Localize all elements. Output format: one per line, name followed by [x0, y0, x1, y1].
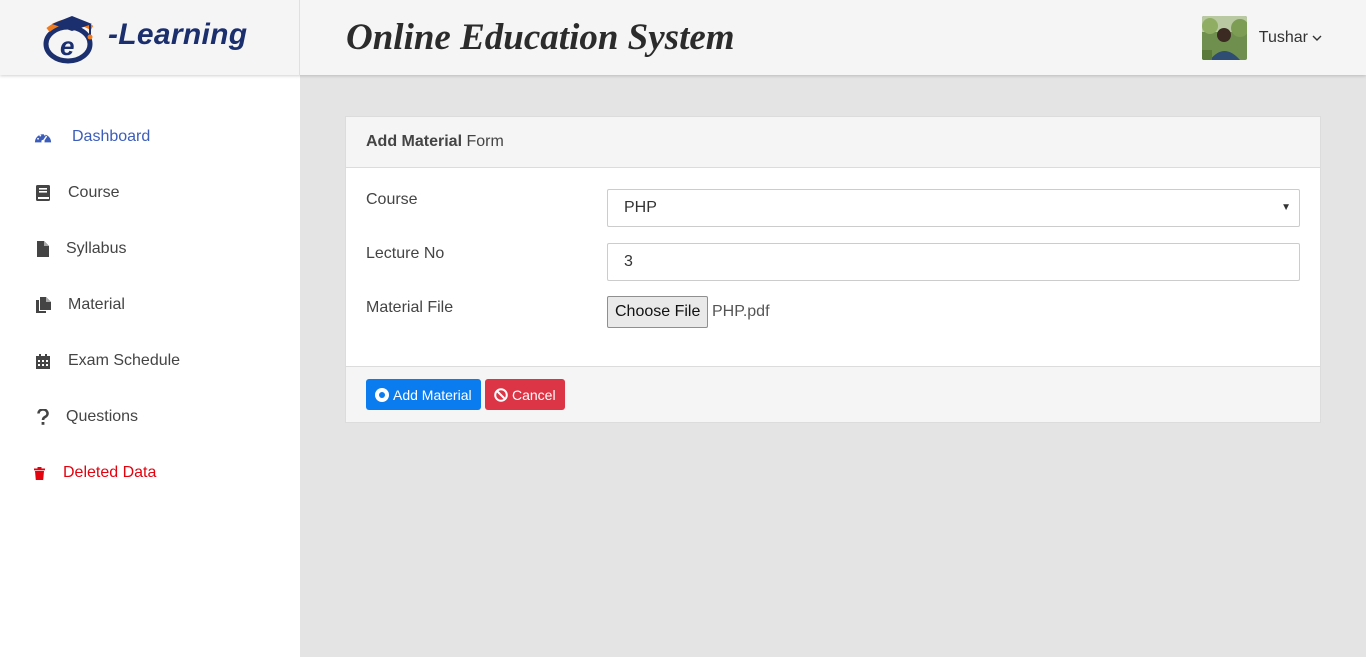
- card-title-rest: Form: [466, 133, 504, 150]
- card-header: Add Material Form: [346, 117, 1320, 168]
- cancel-label: Cancel: [512, 386, 556, 403]
- user-menu[interactable]: Tushar: [1201, 16, 1322, 60]
- plus-circle-icon: [375, 387, 389, 402]
- course-select[interactable]: PHP ▼: [607, 189, 1300, 227]
- sidebar-item-label: Questions: [66, 408, 139, 425]
- chevron-down-icon[interactable]: [1312, 34, 1322, 42]
- card-footer: Add Material Cancel: [346, 366, 1320, 422]
- sidebar-item-exam-schedule[interactable]: Exam Schedule: [0, 341, 300, 381]
- lecture-no-value: 3: [624, 253, 633, 270]
- files-icon: [34, 296, 52, 314]
- sidebar-item-label: Material: [68, 296, 125, 313]
- sidebar-item-deleted-data[interactable]: Deleted Data: [0, 453, 300, 493]
- lecture-no-input[interactable]: 3: [607, 243, 1300, 281]
- card-title-bold: Add Material: [366, 133, 463, 150]
- book-icon: [34, 184, 52, 202]
- logo-letter: e: [60, 31, 74, 61]
- user-photo-icon[interactable]: [1201, 16, 1247, 60]
- logo-icon: e: [43, 16, 94, 64]
- trash-icon: [30, 464, 48, 482]
- add-material-card: Add Material Form Course PHP ▼ Lecture N…: [345, 116, 1321, 423]
- add-material-label: Add Material: [393, 386, 472, 403]
- sidebar-item-course[interactable]: Course: [0, 173, 300, 213]
- sidebar-item-dashboard[interactable]: Dashboard: [0, 117, 300, 157]
- calendar-icon: [34, 352, 52, 370]
- lecture-label: Lecture No: [366, 245, 445, 262]
- brand-text: -Learning: [108, 18, 248, 51]
- ban-icon: [494, 387, 508, 402]
- tachometer-icon: [34, 128, 52, 146]
- sidebar-item-label: Dashboard: [72, 128, 151, 145]
- cancel-button[interactable]: Cancel: [485, 379, 565, 410]
- user-name[interactable]: Tushar: [1259, 29, 1308, 47]
- sidebar-item-label: Exam Schedule: [68, 352, 181, 369]
- material-file-label: Material File: [366, 299, 454, 316]
- dropdown-arrow-icon: ▼: [1281, 202, 1291, 213]
- course-select-value: PHP: [624, 199, 657, 216]
- page-title: Online Education System: [346, 17, 735, 58]
- top-bar: e -Learning Online Education System Tush…: [0, 0, 1366, 75]
- sidebar-item-label: Syllabus: [66, 240, 127, 257]
- question-icon: [34, 408, 52, 426]
- sidebar-item-questions[interactable]: Questions: [0, 397, 300, 437]
- choose-file-button[interactable]: Choose File: [607, 296, 709, 328]
- sidebar-item-label: Course: [68, 184, 120, 201]
- sidebar-item-label: Deleted Data: [63, 464, 157, 481]
- sidebar-item-material[interactable]: Material: [0, 285, 300, 325]
- course-label: Course: [366, 191, 418, 208]
- add-material-button[interactable]: Add Material: [366, 379, 481, 410]
- file-icon: [34, 240, 52, 258]
- sidebar: Dashboard Course Syllabus Material Exam …: [0, 75, 300, 657]
- brand[interactable]: e -Learning: [0, 0, 300, 75]
- sidebar-item-syllabus[interactable]: Syllabus: [0, 229, 300, 269]
- selected-file-name: PHP.pdf: [712, 303, 770, 320]
